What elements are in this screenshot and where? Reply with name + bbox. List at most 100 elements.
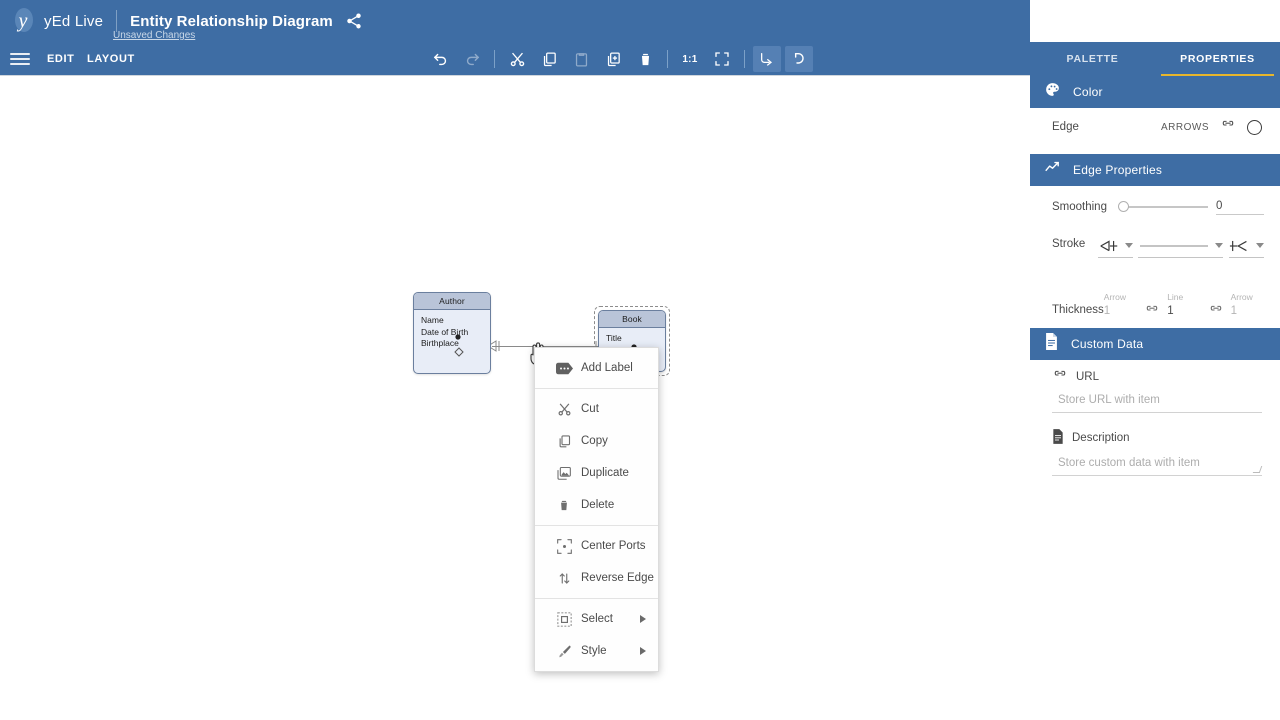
thickness-caption: Arrow — [1230, 292, 1253, 302]
diagram-canvas[interactable]: Author Name Date of Birth Birthplace Boo… — [0, 76, 1030, 720]
undo-button[interactable] — [426, 46, 454, 72]
hamburger-icon[interactable] — [10, 49, 30, 69]
link-icon[interactable] — [1144, 304, 1160, 316]
reverse-edge-icon — [549, 571, 579, 586]
er-node-author-attributes: Name Date of Birth Birthplace — [414, 310, 490, 355]
fit-content-button[interactable] — [708, 46, 736, 72]
brush-icon — [549, 644, 579, 659]
chevron-down-icon — [1215, 243, 1224, 248]
thickness-value: 1 — [1103, 305, 1111, 317]
orthogonal-edges-button[interactable] — [753, 46, 781, 72]
edge-context-menu[interactable]: Add Label Cut Copy Duplicate Delete Cent… — [534, 347, 659, 672]
slider-knob[interactable] — [1118, 201, 1129, 212]
thickness-arrow-source[interactable]: Arrow 1 — [1104, 287, 1137, 320]
smoothing-slider[interactable] — [1118, 192, 1208, 222]
context-menu-item-add-label[interactable]: Add Label — [535, 352, 658, 384]
duplicate-image-icon — [549, 466, 579, 481]
section-header-color[interactable]: Color — [1030, 76, 1280, 108]
section-header-edge-properties[interactable]: Edge Properties — [1030, 154, 1280, 186]
center-ports-icon — [549, 538, 579, 554]
tab-properties[interactable]: PROPERTIES — [1155, 42, 1280, 76]
context-menu-item-duplicate[interactable]: Duplicate — [535, 457, 658, 489]
er-node-author-box[interactable]: Author Name Date of Birth Birthplace — [413, 292, 491, 374]
context-menu-item-delete[interactable]: Delete — [535, 489, 658, 521]
smoothing-label: Smoothing — [1052, 201, 1107, 213]
zoom-1-1-button[interactable]: 1:1 — [676, 46, 704, 72]
copy-button[interactable] — [535, 46, 563, 72]
zoom-1-1-label: 1:1 — [682, 53, 698, 65]
context-menu-item-center-ports[interactable]: Center Ports — [535, 530, 658, 562]
thickness-row: Thickness Arrow 1 Line 1 Arrow 1 — [1030, 276, 1280, 322]
cut-button[interactable] — [503, 46, 531, 72]
label-tag-icon — [549, 362, 579, 375]
context-menu-label: Delete — [581, 499, 615, 511]
stroke-label: Stroke — [1052, 238, 1086, 250]
context-menu-item-cut[interactable]: Cut — [535, 393, 658, 425]
delete-button[interactable] — [631, 46, 659, 72]
context-menu-label: Center Ports — [581, 540, 646, 552]
context-menu-item-reverse-edge[interactable]: Reverse Edge — [535, 562, 658, 594]
paste-button[interactable] — [567, 46, 595, 72]
redo-button[interactable] — [458, 46, 486, 72]
context-menu-divider — [535, 388, 658, 389]
link-icon[interactable] — [1220, 118, 1236, 136]
smoothing-row: Smoothing 0 — [1030, 186, 1280, 228]
section-title-custom-data: Custom Data — [1071, 337, 1144, 351]
url-input[interactable]: Store URL with item — [1052, 390, 1262, 413]
thickness-value: 1 — [1230, 305, 1237, 317]
toolbar: 1:1 — [424, 42, 815, 76]
tab-palette[interactable]: PALETTE — [1030, 42, 1155, 76]
resize-grip-icon[interactable] — [1252, 466, 1263, 473]
edge-color-swatch[interactable] — [1247, 119, 1262, 135]
smoothing-value-field[interactable]: 0 — [1216, 200, 1264, 215]
toolbar-divider-2 — [667, 50, 668, 68]
menu-item-layout[interactable]: LAYOUT — [87, 42, 135, 76]
crowsfoot-many-icon — [1229, 240, 1247, 251]
thickness-line[interactable]: Line 1 — [1167, 287, 1200, 320]
svg-text:y: y — [17, 10, 28, 32]
context-menu-item-select[interactable]: Select — [535, 603, 658, 635]
context-menu-label: Cut — [581, 403, 599, 415]
custom-data-description-field: Description Store custom data with item — [1030, 429, 1280, 476]
edge-chart-icon — [1044, 159, 1061, 181]
link-icon[interactable] — [1208, 304, 1224, 316]
stroke-line-style-select[interactable] — [1138, 234, 1224, 258]
document-title: Entity Relationship Diagram — [130, 12, 333, 30]
section-title-color: Color — [1073, 85, 1103, 99]
palette-icon — [1044, 81, 1061, 103]
panel-tabs: PALETTE PROPERTIES — [1030, 42, 1280, 76]
toolbar-divider — [494, 50, 495, 68]
copy-icon — [549, 434, 579, 449]
properties-panel: PALETTE PROPERTIES Color Edge ARROWS Edg… — [1030, 0, 1280, 720]
arrows-label: ARROWS — [1161, 121, 1209, 133]
description-input[interactable]: Store custom data with item — [1052, 453, 1263, 476]
context-menu-item-style[interactable]: Style — [535, 635, 658, 667]
er-node-author[interactable]: Author Name Date of Birth Birthplace — [413, 292, 491, 374]
thickness-arrow-target[interactable]: Arrow 1 — [1231, 287, 1264, 320]
yed-logo-icon: y — [12, 6, 38, 36]
stroke-source-arrow-select[interactable] — [1097, 234, 1133, 258]
url-label: URL — [1076, 370, 1100, 383]
brand-name: yEd Live — [44, 12, 104, 30]
app-root: y yEd Live Entity Relationship Diagram U… — [0, 0, 1280, 720]
edge-color-label: Edge — [1052, 121, 1079, 133]
chevron-down-icon — [1124, 243, 1133, 248]
custom-data-url-field: URL Store URL with item — [1030, 369, 1280, 413]
unsaved-changes-link[interactable]: Unsaved Changes — [113, 30, 195, 41]
context-menu-item-copy[interactable]: Copy — [535, 425, 658, 457]
duplicate-button[interactable] — [599, 46, 627, 72]
share-icon[interactable] — [345, 12, 363, 30]
panel-sections: Color Edge ARROWS Edge Properties Smooth… — [1030, 76, 1280, 478]
select-icon — [549, 611, 579, 627]
snapping-button[interactable] — [785, 46, 813, 72]
er-node-author-title: Author — [414, 293, 490, 310]
description-label: Description — [1072, 432, 1130, 444]
context-menu-label: Copy — [581, 435, 608, 447]
link-icon — [1052, 369, 1068, 384]
port-filled-icon — [455, 334, 461, 340]
section-header-custom-data[interactable]: Custom Data — [1030, 328, 1280, 360]
stroke-target-arrow-select[interactable] — [1229, 234, 1264, 258]
menu-item-edit[interactable]: EDIT — [47, 42, 74, 76]
document-icon — [1052, 429, 1064, 447]
context-menu-label: Style — [581, 645, 607, 657]
